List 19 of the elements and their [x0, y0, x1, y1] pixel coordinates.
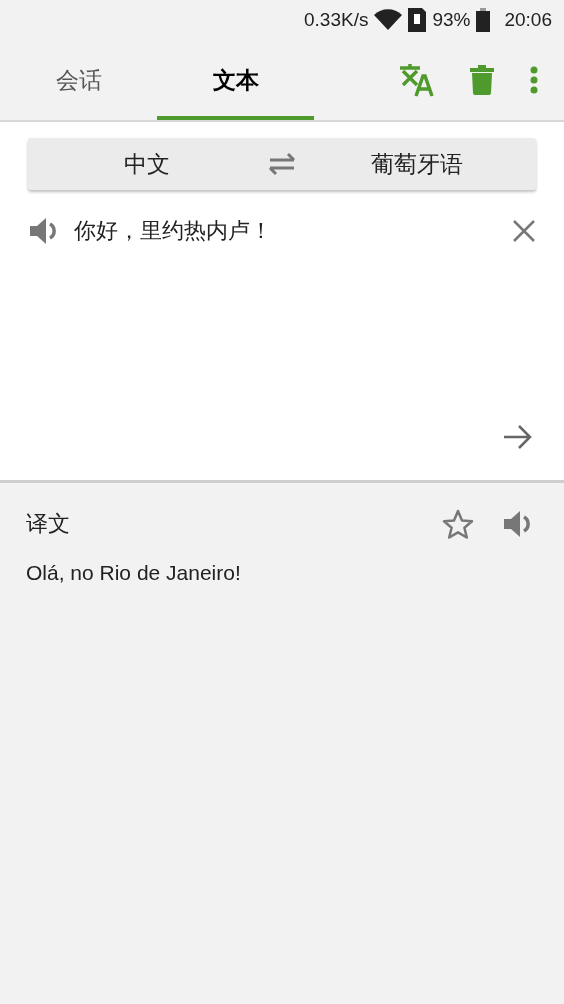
battery-percent: 93% — [432, 9, 471, 31]
source-language[interactable]: 中文 — [28, 148, 266, 180]
battery-icon — [476, 8, 491, 32]
target-language[interactable]: 葡萄牙语 — [298, 148, 536, 180]
translate-icon[interactable] — [398, 63, 434, 97]
close-icon[interactable] — [512, 219, 536, 243]
source-text[interactable]: 你好，里约热内卢！ — [74, 216, 500, 246]
wifi-icon — [374, 9, 403, 31]
translated-text: Olá, no Rio de Janeiro! — [26, 561, 242, 585]
network-speed: 0.33K/s — [304, 9, 369, 31]
result-heading: 译文 — [26, 510, 71, 538]
arrow-right-icon[interactable] — [504, 424, 532, 450]
clock: 20:06 — [504, 9, 552, 31]
star-icon[interactable] — [442, 509, 474, 539]
tab[interactable]: 会话 — [0, 40, 157, 120]
more-menu-icon[interactable] — [530, 66, 538, 94]
swap-icon[interactable] — [266, 152, 298, 176]
sim-card-icon — [408, 8, 427, 32]
trash-icon[interactable] — [470, 65, 494, 95]
